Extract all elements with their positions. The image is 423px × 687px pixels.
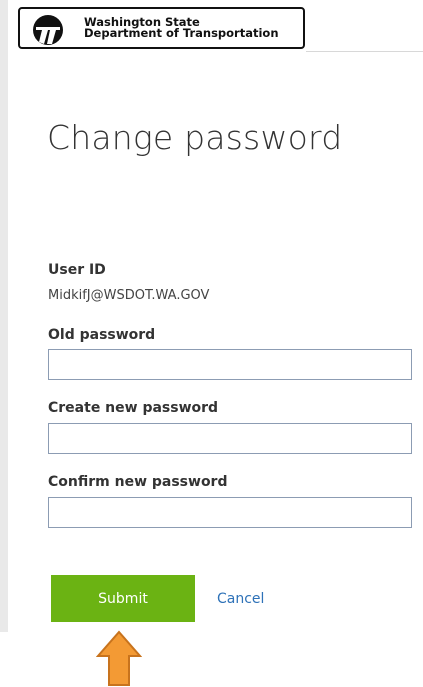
user-id-value: MidkifJ@WSDOT.WA.GOV [48, 288, 210, 303]
organization-line-2: Department of Transportation [84, 26, 279, 40]
wsdot-logo-icon [33, 15, 63, 45]
old-password-label: Old password [48, 327, 156, 343]
confirm-password-input[interactable] [48, 497, 412, 528]
submit-button[interactable]: Submit [51, 575, 195, 622]
change-password-page: Washington State Department of Transport… [0, 0, 423, 687]
organization-name: Washington State Department of Transport… [84, 16, 279, 40]
page-title: Change password [47, 118, 343, 157]
cancel-link[interactable]: Cancel [217, 591, 264, 607]
wsdot-logo: Washington State Department of Transport… [18, 7, 305, 49]
user-id-label: User ID [48, 262, 106, 278]
new-password-input[interactable] [48, 423, 412, 454]
left-rail [0, 0, 8, 632]
arrow-up-icon [96, 630, 142, 686]
new-password-label: Create new password [48, 400, 219, 416]
confirm-password-label: Confirm new password [48, 474, 228, 490]
header-divider [306, 51, 423, 52]
old-password-input[interactable] [48, 349, 412, 380]
